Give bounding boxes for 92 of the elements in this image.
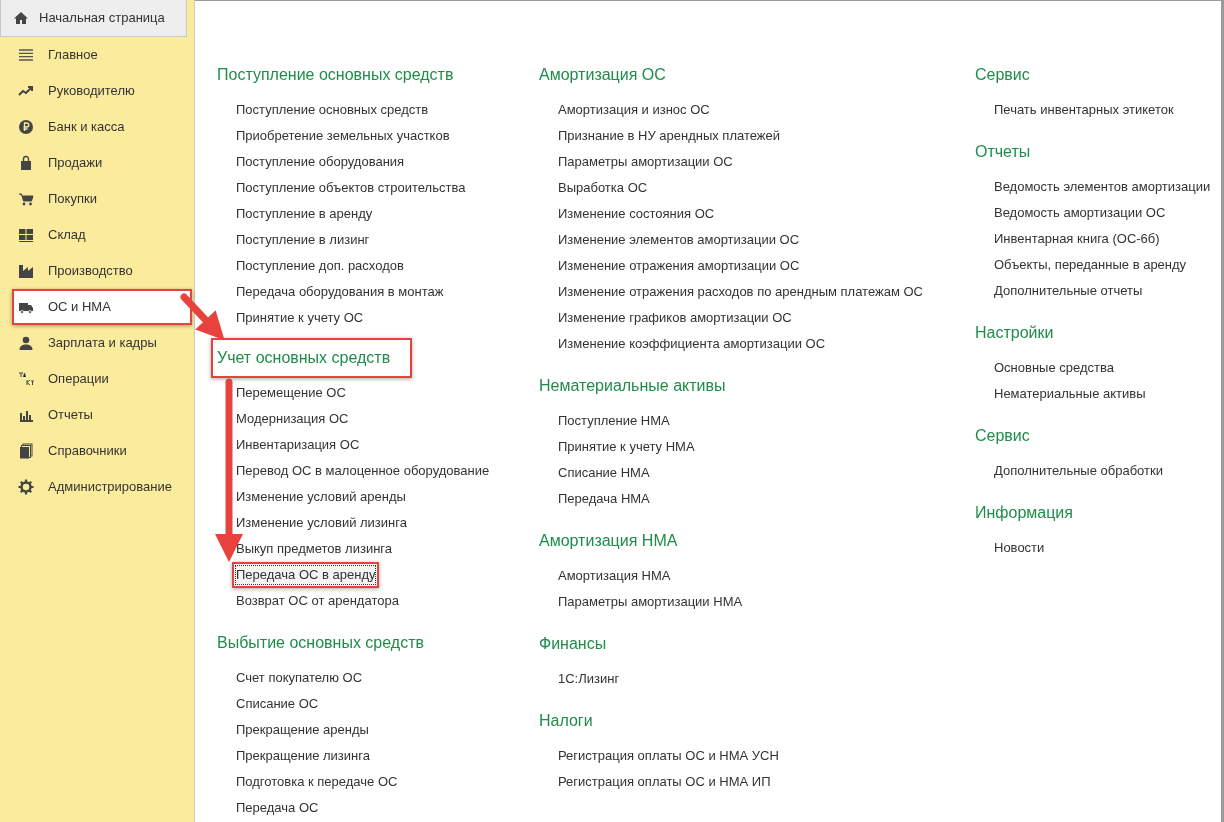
section-heading: Сервис: [974, 426, 1031, 446]
menu-link[interactable]: Прекращение аренды: [232, 717, 373, 743]
menu-link[interactable]: Возврат ОС от арендатора: [232, 588, 403, 614]
section-heading: Сервис: [974, 65, 1031, 85]
menu-link[interactable]: Ведомость амортизации ОС: [990, 200, 1170, 226]
sidebar-item[interactable]: ОС и НМА: [12, 289, 192, 325]
menu-link[interactable]: Поступление доп. расходов: [232, 253, 408, 279]
menu-link[interactable]: Передача НМА: [554, 486, 654, 512]
sidebar-item[interactable]: Банк и касса: [12, 109, 192, 145]
section-heading: Выбытие основных средств: [216, 633, 425, 653]
menu-link[interactable]: Инвентарная книга (ОС-6б): [990, 226, 1164, 252]
annotation-arrow: [180, 293, 225, 341]
menu-link[interactable]: Новости: [990, 535, 1049, 561]
menu-link[interactable]: Поступление оборудования: [232, 149, 409, 175]
menu-link[interactable]: Изменение условий аренды: [232, 484, 410, 510]
menu-link[interactable]: Поступление в лизинг: [232, 227, 374, 253]
menu-link[interactable]: Дополнительные обработки: [990, 458, 1167, 484]
person-icon: [18, 335, 34, 351]
menu-link[interactable]: Выкуп предметов лизинга: [232, 536, 397, 562]
menu-link[interactable]: Изменение отражения амортизации ОС: [554, 253, 804, 279]
sidebar-item[interactable]: Продажи: [12, 145, 192, 181]
menu-link[interactable]: Инвентаризация ОС: [232, 432, 364, 458]
menu-link[interactable]: Объекты, переданные в аренду: [990, 252, 1191, 278]
section-heading: Поступление основных средств: [216, 65, 455, 85]
factory-icon: [18, 263, 34, 279]
menu-link[interactable]: Поступление объектов строительства: [232, 175, 470, 201]
menu-link[interactable]: Регистрация оплаты ОС и НМА ИП: [554, 769, 775, 795]
menu-link[interactable]: Нематериальные активы: [990, 381, 1150, 407]
sidebar-item[interactable]: Главное: [12, 37, 192, 73]
menu-link[interactable]: Передача ОС в аренду: [232, 562, 380, 588]
menu-link[interactable]: Параметры амортизации НМА: [554, 589, 747, 615]
cart-icon: [18, 191, 34, 207]
menu-link[interactable]: Выработка ОС: [554, 175, 652, 201]
menu-link[interactable]: Изменение отражения расходов по арендным платежам ОС: [554, 279, 927, 305]
books-icon: [18, 443, 34, 459]
sidebar-item[interactable]: Справочники: [12, 433, 192, 469]
ruble-coin-icon: [18, 119, 34, 135]
section-heading: Налоги: [538, 711, 594, 731]
menu-link[interactable]: Признание в НУ арендных платежей: [554, 123, 784, 149]
sidebar-item[interactable]: Производство: [12, 253, 192, 289]
menu-link[interactable]: Печать инвентарных этикеток: [990, 97, 1178, 123]
menu-link[interactable]: Модернизация ОС: [232, 406, 353, 432]
menu-link[interactable]: Перевод ОС в малоценное оборудование: [232, 458, 494, 484]
menu-link[interactable]: Регистрация оплаты ОС и НМА УСН: [554, 743, 783, 769]
sidebar-item[interactable]: Покупки: [12, 181, 192, 217]
menu-link[interactable]: Изменение графиков амортизации ОС: [554, 305, 796, 331]
menu-link[interactable]: Изменение элементов амортизации ОС: [554, 227, 804, 253]
section-heading: Отчеты: [974, 142, 1032, 162]
section-heading: Настройки: [974, 323, 1055, 343]
grid-icon: [18, 227, 34, 243]
section-heading: Амортизация НМА: [538, 531, 679, 551]
menu-link[interactable]: Передача оборудования в монтаж: [232, 279, 448, 305]
menu-link[interactable]: Прекращение лизинга: [232, 743, 374, 769]
menu-link[interactable]: Приобретение земельных участков: [232, 123, 454, 149]
section-heading: Учет основных средств: [211, 338, 413, 378]
section-heading: Информация: [974, 503, 1074, 523]
menu-link[interactable]: Поступление НМА: [554, 408, 674, 434]
menu-link[interactable]: Передача ОС: [232, 795, 323, 821]
sidebar-item[interactable]: Операции: [12, 361, 192, 397]
menu-link[interactable]: Параметры амортизации ОС: [554, 149, 737, 175]
sidebar-item[interactable]: Администрирование: [12, 469, 192, 505]
menu-link[interactable]: Амортизация и износ ОС: [554, 97, 714, 123]
sidebar-item[interactable]: Руководителю: [12, 73, 192, 109]
menu-link[interactable]: Счет покупателю ОС: [232, 665, 367, 691]
home-tab[interactable]: Начальная страница: [0, 0, 187, 37]
menu-link[interactable]: Изменение состояния ОС: [554, 201, 719, 227]
menu-link[interactable]: Изменение условий лизинга: [232, 510, 411, 536]
menu-link[interactable]: Поступление в аренду: [232, 201, 377, 227]
sidebar-item[interactable]: Склад: [12, 217, 192, 253]
home-icon: [13, 10, 29, 26]
section-heading: Амортизация ОС: [538, 65, 667, 85]
menu-link[interactable]: Принятие к учету НМА: [554, 434, 699, 460]
menu-link[interactable]: Перемещение ОС: [232, 380, 350, 406]
menu-link[interactable]: Дополнительные отчеты: [990, 278, 1147, 304]
menu-link[interactable]: Основные средства: [990, 355, 1118, 381]
section-heading: Финансы: [538, 634, 608, 654]
menu-link[interactable]: Принятие к учету ОС: [232, 305, 368, 331]
menu-icon: [18, 47, 34, 63]
sidebar-item[interactable]: Зарплата и кадры: [12, 325, 192, 361]
menu-link[interactable]: Изменение коэффициента амортизации ОС: [554, 331, 830, 357]
menu-link[interactable]: Списание ОС: [232, 691, 323, 717]
menu-link[interactable]: 1С:Лизинг: [554, 666, 624, 692]
shopping-bag-icon: [18, 155, 34, 171]
menu-link[interactable]: Ведомость элементов амортизации: [990, 174, 1215, 200]
menu-link[interactable]: Списание НМА: [554, 460, 654, 486]
menu-link[interactable]: Поступление основных средств: [232, 97, 433, 123]
section-heading: Нематериальные активы: [538, 376, 727, 396]
gear-icon: [18, 479, 34, 495]
menu-link[interactable]: Амортизация НМА: [554, 563, 675, 589]
debit-credit-icon: [18, 371, 34, 387]
sidebar-item[interactable]: Отчеты: [12, 397, 192, 433]
menu-link[interactable]: Подготовка к передаче ОС: [232, 769, 402, 795]
